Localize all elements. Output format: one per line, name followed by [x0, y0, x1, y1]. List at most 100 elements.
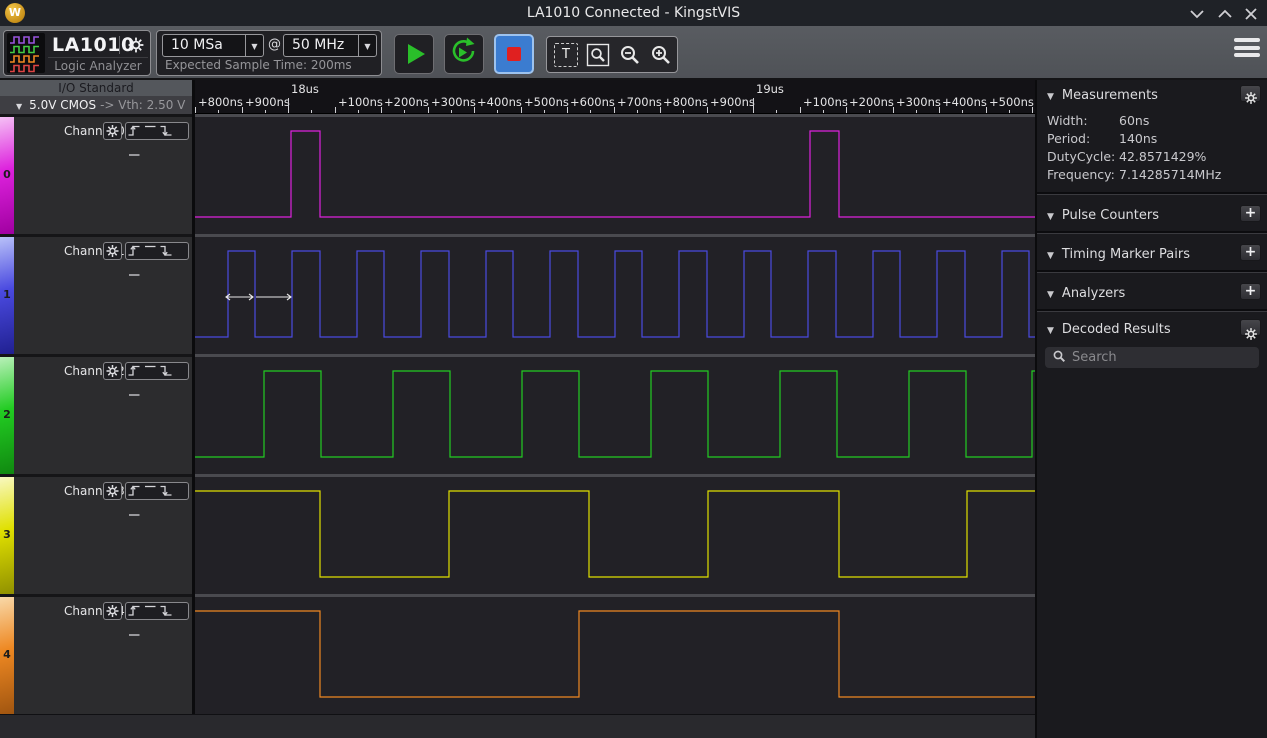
- falling-edge-trigger-icon[interactable]: [159, 124, 174, 139]
- channel-color-stripe[interactable]: 2: [0, 357, 14, 474]
- trigger-buttons[interactable]: [125, 122, 189, 140]
- timing-marker-pairs-header[interactable]: ▼ Timing Marker Pairs +: [1037, 234, 1267, 272]
- measurements-settings-button[interactable]: [1240, 85, 1261, 102]
- add-pulse-counters-button[interactable]: +: [1240, 205, 1261, 222]
- search-input[interactable]: [1045, 347, 1259, 368]
- falling-edge-trigger-icon[interactable]: [159, 364, 174, 379]
- ruler-tick: [567, 107, 568, 113]
- minimize-icon[interactable]: [1189, 6, 1205, 20]
- chevron-down-icon[interactable]: ▼: [358, 35, 376, 56]
- chevron-down-icon: ▼: [16, 102, 22, 111]
- channel-color-stripe[interactable]: 4: [0, 597, 14, 714]
- channel-settings-button[interactable]: [103, 122, 122, 140]
- waveform-3: [195, 477, 1035, 594]
- time-ruler[interactable]: +800ns+900ns18us+100ns+200ns+300ns+400ns…: [195, 80, 1035, 114]
- falling-edge-trigger-icon[interactable]: [159, 604, 174, 619]
- measure-cursor-arrow: [256, 294, 291, 300]
- rising-edge-trigger-icon[interactable]: [127, 604, 142, 619]
- chevron-down-icon: ▼: [1047, 251, 1054, 261]
- rising-edge-trigger-icon[interactable]: [127, 364, 142, 379]
- ruler-tick-label: +100ns: [803, 95, 848, 109]
- low-level-trigger-icon[interactable]: [127, 264, 142, 279]
- measurement-value: 60ns: [1119, 112, 1149, 130]
- start-button[interactable]: [394, 34, 434, 74]
- analyzers-header[interactable]: ▼Analyzers+: [1037, 273, 1267, 311]
- ruler-tick: [614, 107, 615, 113]
- zoom-out-button[interactable]: [618, 43, 642, 67]
- channel-color-stripe[interactable]: 1: [0, 237, 14, 354]
- channel-settings-button[interactable]: [103, 602, 122, 620]
- measure-cursor-arrow: [226, 294, 253, 300]
- waveform-lane-2[interactable]: [195, 354, 1035, 474]
- measurement-value: 7.14285714MHz: [1119, 166, 1221, 184]
- low-level-trigger-icon[interactable]: [127, 384, 142, 399]
- ruler-minor-tick: [730, 110, 731, 113]
- ruler-minor-tick: [497, 110, 498, 113]
- falling-edge-trigger-icon[interactable]: [159, 244, 174, 259]
- stop-icon: [507, 47, 521, 61]
- decoded-results-header[interactable]: ▼Decoded Results: [1037, 312, 1267, 344]
- io-standard-selector[interactable]: ▼5.0V CMOS-> Vth: 2.50 V: [0, 96, 192, 114]
- decoded-results-settings-button[interactable]: [1240, 319, 1261, 336]
- add-analyzers-button[interactable]: +: [1240, 283, 1261, 300]
- waveform-lane-3[interactable]: [195, 474, 1035, 594]
- ruler-minor-tick: [218, 110, 219, 113]
- trigger-buttons[interactable]: [125, 242, 189, 260]
- repeat-run-button[interactable]: [444, 34, 484, 74]
- cursor-tool-button[interactable]: T: [554, 43, 578, 67]
- ruler-tick-label: 18us: [291, 82, 319, 96]
- section-title: Timing Marker Pairs: [1062, 247, 1190, 262]
- low-level-trigger-icon[interactable]: [127, 144, 142, 159]
- zoom-in-button[interactable]: [649, 43, 673, 67]
- low-level-trigger-icon[interactable]: [127, 624, 142, 639]
- trigger-buttons[interactable]: [125, 482, 189, 500]
- measurements-header[interactable]: ▼Measurements: [1037, 80, 1267, 108]
- high-level-trigger-icon[interactable]: [143, 244, 158, 259]
- falling-edge-trigger-icon[interactable]: [159, 484, 174, 499]
- waveform-lane-4[interactable]: [195, 594, 1035, 714]
- trigger-buttons[interactable]: [125, 362, 189, 380]
- channel-settings-button[interactable]: [103, 362, 122, 380]
- measurement-row: Width:60ns: [1037, 112, 1267, 130]
- zoom-selection-button[interactable]: [586, 43, 610, 67]
- at-label: @: [268, 37, 281, 52]
- sample-depth-select[interactable]: 10 MSa ▼: [162, 34, 264, 57]
- high-level-trigger-icon[interactable]: [143, 604, 158, 619]
- channel-settings-button[interactable]: [103, 482, 122, 500]
- device-settings-gear-icon[interactable]: [119, 36, 145, 54]
- chevron-down-icon: ▼: [1047, 212, 1054, 222]
- ruler-tick: [753, 98, 754, 113]
- high-level-trigger-icon[interactable]: [143, 364, 158, 379]
- rising-edge-trigger-icon[interactable]: [127, 124, 142, 139]
- measurement-value: 42.8571429%: [1119, 148, 1206, 166]
- menu-hamburger-icon[interactable]: [1234, 38, 1260, 59]
- chevron-down-icon[interactable]: ▼: [245, 35, 263, 56]
- waveform-lane-0[interactable]: [195, 114, 1035, 234]
- ruler-tick-label: +400ns: [942, 95, 987, 109]
- high-level-trigger-icon[interactable]: [143, 124, 158, 139]
- channel-settings-button[interactable]: [103, 242, 122, 260]
- channel-color-stripe[interactable]: 3: [0, 477, 14, 594]
- window-title: LA1010 Connected - KingstVIS: [0, 0, 1267, 26]
- maximize-icon[interactable]: [1217, 6, 1233, 20]
- ruler-minor-tick: [590, 110, 591, 113]
- rising-edge-trigger-icon[interactable]: [127, 244, 142, 259]
- trigger-buttons[interactable]: [125, 602, 189, 620]
- ruler-tick: [893, 107, 894, 113]
- pulse-counters-header[interactable]: ▼Pulse Counters+: [1037, 195, 1267, 233]
- close-icon[interactable]: [1243, 6, 1259, 20]
- add-timing-marker-pairs-button[interactable]: +: [1240, 244, 1261, 261]
- waveform-lane-1[interactable]: [195, 234, 1035, 354]
- waveform-1: [195, 237, 1035, 354]
- measurement-value: 140ns: [1119, 130, 1157, 148]
- high-level-trigger-icon[interactable]: [143, 484, 158, 499]
- channel-color-stripe[interactable]: 0: [0, 117, 14, 234]
- measurement-label: DutyCycle:: [1047, 148, 1119, 166]
- stop-button[interactable]: [494, 34, 534, 74]
- sample-rate-select[interactable]: 50 MHz ▼: [283, 34, 377, 57]
- ruler-tick-label: 19us: [756, 82, 784, 96]
- ruler-tick-label: +900ns: [710, 95, 755, 109]
- ruler-minor-tick: [358, 110, 359, 113]
- low-level-trigger-icon[interactable]: [127, 504, 142, 519]
- rising-edge-trigger-icon[interactable]: [127, 484, 142, 499]
